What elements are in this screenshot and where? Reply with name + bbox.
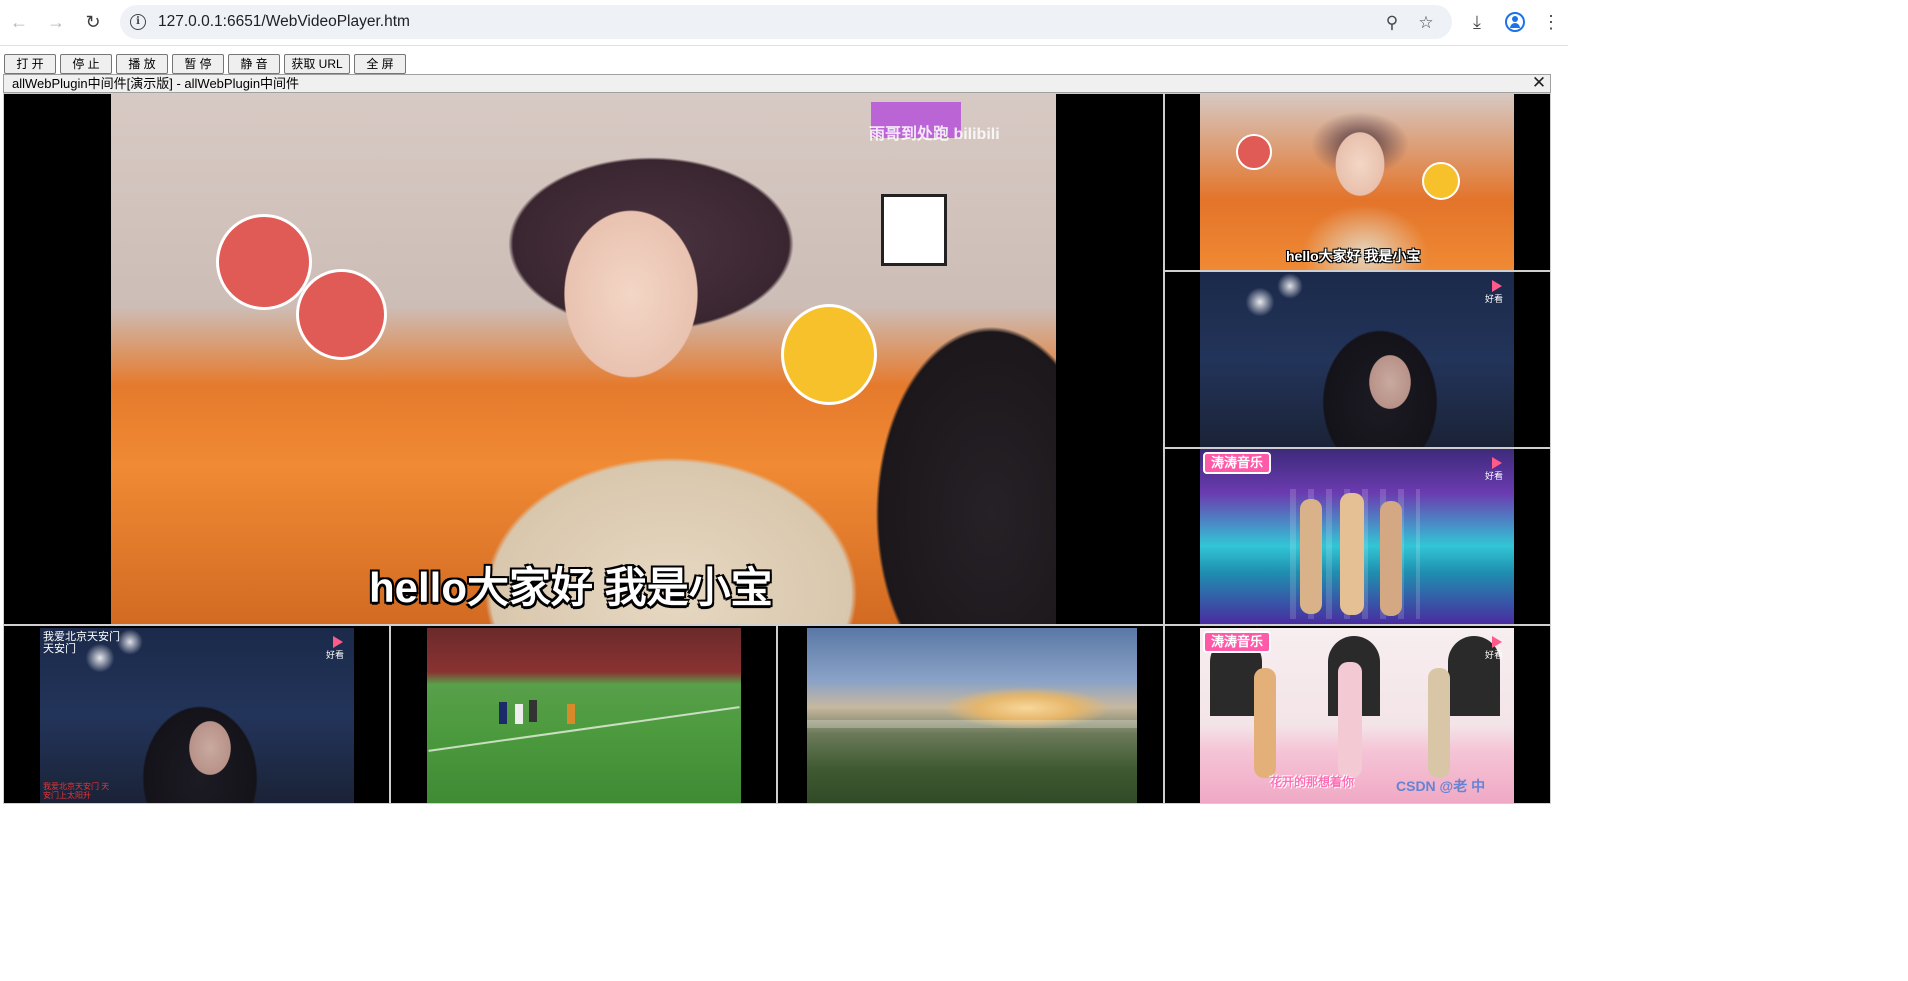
haokan-label: 好看: [326, 650, 345, 660]
video-frame-right-2: 好看: [1200, 272, 1514, 447]
flower-decoration: [781, 304, 877, 405]
plugin-title-bar: allWebPlugin中间件[演示版] - allWebPlugin中间件 ✕: [3, 74, 1551, 93]
flower-decoration: [1236, 134, 1272, 170]
video-subtitle: hello大家好 我是小宝: [369, 564, 773, 611]
haokan-logo-icon: [1492, 636, 1502, 648]
window-arch: [1448, 636, 1500, 716]
csdn-overlay: CSDN @老 中: [1396, 778, 1486, 794]
video-subtitle: 花开的那想着你: [1270, 775, 1355, 789]
dancer: [1338, 662, 1362, 778]
get-url-button[interactable]: 获取 URL: [284, 54, 350, 74]
address-bar[interactable]: i 127.0.0.1:6651/WebVideoPlayer.htm ⚲ ☆: [120, 5, 1452, 39]
video-watermark: 雨哥到处跑 bilibili: [869, 126, 1000, 143]
player: [529, 700, 537, 722]
music-tag: 涛涛音乐: [1203, 452, 1272, 474]
video-cell-right-3[interactable]: 涛涛音乐 好看: [1164, 448, 1551, 625]
picture-frame: [881, 194, 947, 266]
flower-decoration: [216, 214, 312, 310]
dancer: [1340, 493, 1364, 615]
bookmark-star-icon[interactable]: ☆: [1416, 13, 1436, 33]
video-cell-main[interactable]: hello大家好 我是小宝 雨哥到处跑 bilibili: [3, 93, 1164, 625]
haokan-label: 好看: [1485, 650, 1504, 660]
download-icon[interactable]: ⤓: [1466, 11, 1488, 33]
haokan-logo-icon: [1492, 280, 1502, 292]
player: [515, 704, 523, 724]
video-caption: 我爱北京天安门 天安门: [43, 631, 120, 655]
player: [567, 704, 575, 724]
video-cell-bottom-2[interactable]: [390, 625, 777, 804]
pause-button[interactable]: 暂 停: [172, 54, 224, 74]
open-button[interactable]: 打 开: [4, 54, 56, 74]
video-cell-right-1[interactable]: hello大家好 我是小宝: [1164, 93, 1551, 271]
plugin-title: allWebPlugin中间件[演示版] - allWebPlugin中间件: [12, 76, 300, 91]
player: [499, 702, 507, 724]
video-subtitle: hello大家好 我是小宝: [1286, 248, 1421, 264]
video-cell-bottom-3[interactable]: [777, 625, 1164, 804]
video-frame-right-3: 涛涛音乐 好看: [1200, 449, 1514, 624]
video-footer-caption: 我爱北京天安门 天安门上太阳升: [43, 782, 110, 800]
video-cell-bottom-4[interactable]: 涛涛音乐 好看 花开的那想着你 CSDN @老 中: [1164, 625, 1551, 804]
video-frame-bottom-4: 涛涛音乐 好看 花开的那想着你 CSDN @老 中: [1200, 628, 1514, 803]
dancer: [1428, 668, 1450, 778]
site-info-icon[interactable]: i: [130, 14, 146, 30]
stop-button[interactable]: 停 止: [60, 54, 112, 74]
dancer: [1380, 501, 1402, 616]
music-tag: 涛涛音乐: [1203, 631, 1272, 653]
menu-icon[interactable]: ⋮: [1540, 11, 1562, 33]
video-frame-bottom-2: [427, 628, 741, 803]
forward-icon[interactable]: →: [43, 9, 69, 35]
pitch-line: [428, 706, 740, 752]
flower-decoration: [1422, 162, 1460, 200]
dancer: [1254, 668, 1276, 778]
haokan-logo-icon: [1492, 457, 1502, 469]
video-cell-right-2[interactable]: 好看: [1164, 271, 1551, 448]
address-url[interactable]: 127.0.0.1:6651/WebVideoPlayer.htm: [158, 5, 410, 39]
video-frame-bottom-3: [807, 628, 1137, 803]
haokan-logo-icon: [333, 636, 343, 648]
video-frame-bottom-1: 我爱北京天安门 天安门 我爱北京天安门 天安门上太阳升 好看: [40, 628, 354, 803]
play-button[interactable]: 播 放: [116, 54, 168, 74]
reload-icon[interactable]: ↻: [80, 9, 106, 35]
video-grid: hello大家好 我是小宝 雨哥到处跑 bilibili hello大家好 我是…: [3, 93, 1551, 804]
browser-toolbar: ← → ↻ i 127.0.0.1:6651/WebVideoPlayer.ht…: [0, 0, 1568, 46]
haokan-label: 好看: [1485, 471, 1504, 481]
video-frame-right-1: hello大家好 我是小宝: [1200, 94, 1514, 270]
zoom-icon[interactable]: ⚲: [1382, 13, 1402, 33]
video-cell-bottom-1[interactable]: 我爱北京天安门 天安门 我爱北京天安门 天安门上太阳升 好看: [3, 625, 390, 804]
horizon: [807, 720, 1137, 728]
back-icon[interactable]: ←: [6, 9, 32, 35]
close-icon[interactable]: ✕: [1530, 74, 1548, 92]
video-frame-main: hello大家好 我是小宝 雨哥到处跑 bilibili: [111, 94, 1056, 624]
profile-icon[interactable]: [1505, 12, 1525, 32]
fullscreen-button[interactable]: 全 屏: [354, 54, 406, 74]
dancer: [1300, 499, 1322, 614]
mute-button[interactable]: 静 音: [228, 54, 280, 74]
haokan-label: 好看: [1485, 294, 1504, 304]
flower-decoration: [296, 269, 387, 360]
